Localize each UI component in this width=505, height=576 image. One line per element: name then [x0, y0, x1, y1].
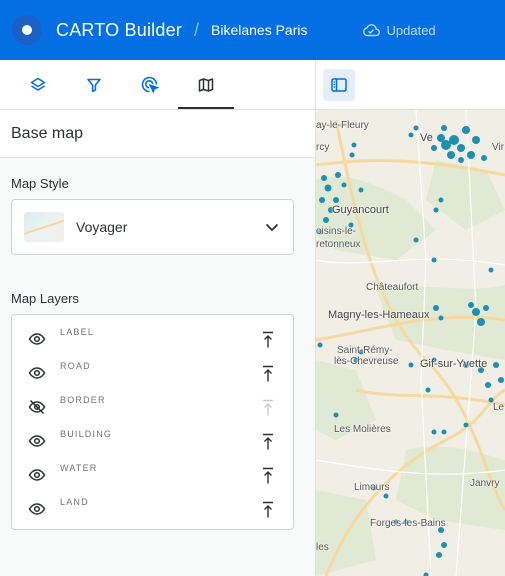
- place-label: Janvry: [470, 478, 500, 489]
- cursor-target-icon: [141, 76, 159, 94]
- map-toolbar: [316, 60, 505, 110]
- place-label: Forges-les-Bains: [370, 518, 446, 529]
- panel-title: Base map: [0, 110, 315, 158]
- map-style-select[interactable]: Voyager: [11, 199, 294, 255]
- place-label: les: [316, 542, 329, 553]
- eye-icon[interactable]: [28, 466, 46, 484]
- eye-icon[interactable]: [28, 500, 46, 518]
- map-style-value: Voyager: [76, 219, 128, 235]
- map-name[interactable]: Bikelanes Paris: [211, 22, 308, 38]
- move-to-top-icon[interactable]: [261, 501, 275, 519]
- layer-row-land: LAND: [12, 492, 293, 526]
- place-label: Châteaufort: [366, 282, 419, 293]
- tab-interactions[interactable]: [122, 60, 178, 109]
- place-label: rcy: [316, 142, 330, 153]
- layer-row-building: BUILDING: [12, 424, 293, 458]
- breadcrumb-separator: /: [193, 19, 199, 40]
- layer-row-road: ROAD: [12, 356, 293, 390]
- layer-name: WATER: [60, 463, 98, 473]
- map-layers-list: LABEL ROAD BORDER BUILDING WATER LAND: [11, 314, 294, 530]
- eye-icon[interactable]: [28, 432, 46, 450]
- place-label: retonneux: [316, 239, 361, 250]
- panel-tabs: [0, 60, 315, 110]
- place-label: oisins-le-: [316, 226, 357, 237]
- move-to-top-icon[interactable]: [261, 467, 275, 485]
- place-label: Magny-les-Hameaux: [328, 309, 430, 321]
- tab-layers[interactable]: [10, 60, 66, 109]
- move-to-top-icon[interactable]: [261, 433, 275, 451]
- eye-icon[interactable]: [28, 364, 46, 382]
- map-canvas[interactable]: ay-le-Fleury Ve Vir rcy Guyancourt oisin…: [316, 60, 505, 576]
- layer-name: LAND: [60, 497, 89, 507]
- eye-off-icon[interactable]: [28, 398, 46, 416]
- place-label: Le: [493, 402, 505, 413]
- layer-row-border: BORDER: [12, 390, 293, 424]
- chevron-down-icon: [265, 223, 279, 231]
- map-icon: [198, 77, 214, 92]
- place-label: Limours: [354, 482, 390, 493]
- basemap-thumbnail: [24, 212, 64, 242]
- move-to-top-icon[interactable]: [261, 399, 275, 417]
- place-label: Saint-Rémy-: [337, 345, 393, 356]
- move-to-top-icon[interactable]: [261, 365, 275, 383]
- map-style-label: Map Style: [11, 176, 69, 191]
- place-label: Vir: [492, 142, 505, 153]
- sidebar-toggle-icon: [331, 78, 347, 92]
- app-title: CARTO Builder: [56, 19, 182, 40]
- filter-icon: [87, 78, 101, 92]
- sidebar-panel: Base map Map Style Voyager Map Layers LA…: [0, 60, 316, 576]
- move-to-top-icon[interactable]: [261, 331, 275, 349]
- layer-name: BUILDING: [60, 429, 113, 439]
- layer-row-label: LABEL: [12, 322, 293, 356]
- layer-name: ROAD: [60, 361, 91, 371]
- toggle-panel-button[interactable]: [323, 69, 355, 101]
- place-label: Guyancourt: [332, 204, 389, 216]
- layer-row-water: WATER: [12, 458, 293, 492]
- layer-name: BORDER: [60, 395, 106, 405]
- place-label: Ve: [420, 132, 433, 144]
- status-text: Updated: [386, 22, 436, 38]
- eye-icon[interactable]: [28, 330, 46, 348]
- save-status: Updated: [362, 23, 436, 38]
- layer-name: LABEL: [60, 327, 95, 337]
- cloud-check-icon: [362, 24, 380, 37]
- tab-filters[interactable]: [66, 60, 122, 109]
- layers-icon: [30, 77, 46, 91]
- top-app-bar: CARTO Builder / Bikelanes Paris Updated: [0, 0, 505, 60]
- tab-basemap[interactable]: [178, 60, 234, 109]
- place-label: Les Molières: [334, 424, 391, 435]
- map-layers-label: Map Layers: [11, 291, 79, 306]
- place-label: lès-Chevreuse: [334, 356, 399, 367]
- place-label: ay-le-Fleury: [316, 120, 369, 131]
- carto-logo-icon[interactable]: [12, 15, 42, 45]
- place-label: Gif-sur-Yvette: [420, 358, 488, 370]
